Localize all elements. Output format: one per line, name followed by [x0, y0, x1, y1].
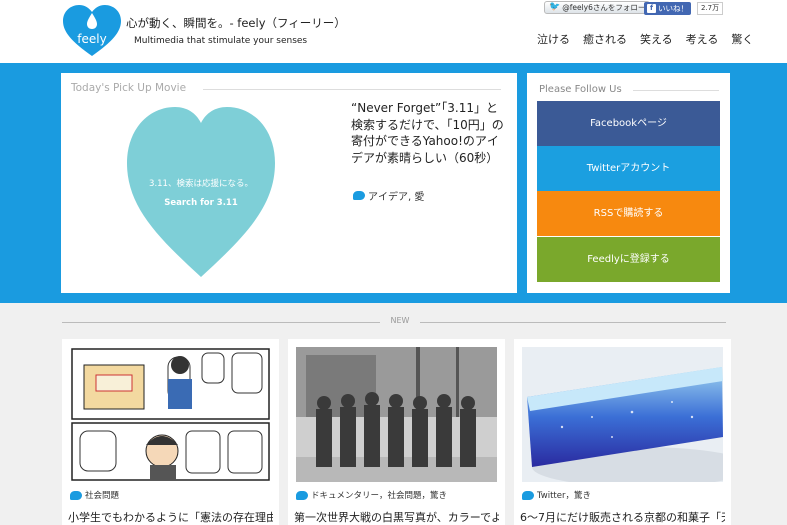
- facebook-like-button[interactable]: f いいね！: [644, 2, 691, 15]
- tag-bubble-icon: [296, 490, 308, 500]
- pickup-tags-text[interactable]: アイデア, 愛: [368, 188, 424, 203]
- article-card[interactable]: ドキュメンタリー，社会問題，驚き 第一次世界大戦の白黒写真が、カラーでよ: [288, 339, 505, 525]
- tag-bubble-icon: [70, 490, 82, 500]
- nav-item-think[interactable]: 考える: [686, 31, 719, 47]
- nav-item-laugh[interactable]: 笑える: [640, 31, 673, 47]
- facebook-icon: f: [647, 4, 656, 13]
- article-tags: 社会問題: [70, 489, 119, 501]
- article-card[interactable]: Twitter，驚き 6～7月にだけ販売される京都の和菓子「天: [514, 339, 731, 525]
- pickup-thumbnail[interactable]: 3.11、検索は応援になる。 Search for 3.11: [125, 105, 277, 280]
- pickup-panel: Today's Pick Up Movie 3.11、検索は応援になる。 Sea…: [61, 73, 517, 293]
- site-subline: Multimedia that stimulate your senses: [134, 36, 308, 46]
- article-tags-text[interactable]: ドキュメンタリー，社会問題，驚き: [311, 489, 447, 501]
- article-tags: ドキュメンタリー，社会問題，驚き: [296, 489, 447, 501]
- pickup-divider: [203, 89, 501, 90]
- site-header: feely 心が動く、瞬間を。- feely（フィーリー） Multimedia…: [0, 0, 787, 63]
- feedly-subscribe-button[interactable]: Feedlyに登録する: [537, 237, 720, 282]
- heart-text-sub: Search for 3.11: [164, 198, 238, 208]
- article-tags: Twitter，驚き: [522, 489, 591, 501]
- twitter-follow-label: @feely6さんをフォロー: [562, 3, 646, 12]
- pickup-tags: アイデア, 愛: [353, 188, 424, 203]
- nav-item-cry[interactable]: 泣ける: [537, 31, 570, 47]
- article-thumbnail-manga[interactable]: [70, 347, 271, 482]
- twitter-account-button[interactable]: Twitterアカウント: [537, 146, 720, 191]
- nav-item-surprise[interactable]: 驚く: [731, 31, 753, 47]
- article-thumbnail-sweets[interactable]: [522, 347, 723, 482]
- facebook-like-label: いいね！: [658, 4, 688, 13]
- nav-item-heal[interactable]: 癒される: [583, 31, 627, 47]
- tag-bubble-icon: [353, 191, 365, 200]
- twitter-follow-button[interactable]: 🐦 @feely6さんをフォロー: [544, 1, 651, 14]
- follow-panel: Please Follow Us Facebookページ Twitterアカウン…: [527, 73, 730, 293]
- new-section-label: NEW: [390, 316, 410, 325]
- article-title[interactable]: 小学生でもわかるように「憲法の存在理由」: [68, 509, 273, 525]
- rss-subscribe-button[interactable]: RSSで購読する: [537, 191, 720, 236]
- feely-logo[interactable]: feely: [62, 4, 122, 58]
- pickup-title: Today's Pick Up Movie: [71, 82, 187, 94]
- new-divider-left: [62, 322, 380, 323]
- article-title[interactable]: 6～7月にだけ販売される京都の和菓子「天: [520, 509, 725, 525]
- article-card[interactable]: 社会問題 小学生でもわかるように「憲法の存在理由」: [62, 339, 279, 525]
- main-nav: 泣ける 癒される 笑える 考える 驚く: [537, 31, 766, 47]
- tag-bubble-icon: [522, 490, 534, 500]
- article-tags-text[interactable]: Twitter，驚き: [537, 489, 591, 501]
- pickup-headline-link[interactable]: “Never Forget”「3.11」と検索するだけで、「10円」の寄付ができ…: [351, 100, 507, 166]
- facebook-like-count: 2.7万: [697, 2, 724, 15]
- new-divider-right: [420, 322, 726, 323]
- twitter-bird-icon: 🐦: [549, 2, 561, 12]
- logo-text: feely: [77, 32, 106, 46]
- article-thumbnail-photo[interactable]: [296, 347, 497, 482]
- follow-title: Please Follow Us: [539, 84, 622, 95]
- article-tags-text[interactable]: 社会問題: [85, 489, 119, 501]
- article-title[interactable]: 第一次世界大戦の白黒写真が、カラーでよ: [294, 509, 499, 525]
- heart-shape: [127, 107, 275, 277]
- site-tagline: 心が動く、瞬間を。- feely（フィーリー）: [126, 16, 346, 30]
- follow-divider: [633, 90, 719, 91]
- heart-text-main: 3.11、検索は応援になる。: [149, 179, 253, 189]
- facebook-page-button[interactable]: Facebookページ: [537, 101, 720, 146]
